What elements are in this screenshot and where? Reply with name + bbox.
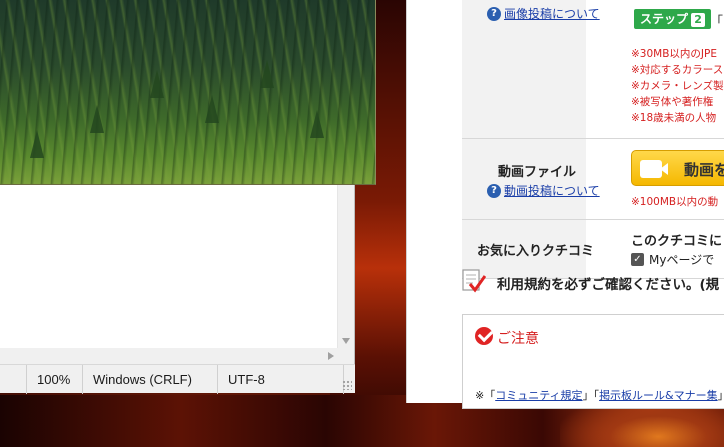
favorite-checkbox[interactable]: ✓ xyxy=(631,253,644,266)
image-note: ※被写体や著作権 xyxy=(631,96,714,108)
scroll-right-arrow-icon[interactable] xyxy=(328,352,334,360)
caution-title: ご注意 xyxy=(497,331,539,347)
tree-shape xyxy=(260,60,274,88)
caution-text: 」「 xyxy=(582,389,600,402)
tree-shape xyxy=(90,105,104,133)
step-text: 「 xyxy=(710,15,724,30)
tree-shape xyxy=(30,130,44,158)
caution-box: ご注意 ※「コミュニティ規定」「掲示板ルール&マナー集」を xyxy=(462,314,724,409)
video-help-link[interactable]: 動画投稿について xyxy=(504,184,600,198)
step-badge: ステップ 2 xyxy=(634,9,712,29)
video-help[interactable]: ? 動画投稿について xyxy=(487,180,600,199)
document-check-icon xyxy=(462,269,486,293)
image-help[interactable]: ? 画像投稿について xyxy=(487,3,600,22)
status-bar: 100% Windows (CRLF) UTF-8 xyxy=(0,364,355,394)
check-circle-icon xyxy=(475,327,493,345)
step-label: ステップ xyxy=(640,12,689,26)
favorite-checkbox-label[interactable]: Myページで xyxy=(649,251,714,268)
video-note: ※100MB以内の動 xyxy=(631,196,719,208)
caution-body: ※「コミュニティ規定」「掲示板ルール&マナー集」を xyxy=(475,387,724,403)
vertical-scrollbar[interactable] xyxy=(337,185,354,348)
image-note: ※18歳未満の人物 xyxy=(631,112,717,124)
tree-shape xyxy=(310,110,324,138)
row-divider xyxy=(462,138,724,139)
tree-shape xyxy=(150,70,164,98)
notepad-window: 100% Windows (CRLF) UTF-8 xyxy=(0,185,355,394)
caution-text: ※「 xyxy=(475,389,496,402)
image-note: ※カメラ・レンズ製品 xyxy=(631,80,724,92)
terms-notice: 利用規約を必ずご確認ください。(規 xyxy=(497,277,720,293)
status-encoding: UTF-8 xyxy=(217,365,265,394)
help-icon: ? xyxy=(487,6,501,21)
horizontal-scrollbar[interactable] xyxy=(0,348,338,364)
row-divider xyxy=(462,219,724,220)
scroll-down-arrow-icon[interactable] xyxy=(342,338,350,344)
favorite-text: このクチコミに xyxy=(631,234,723,249)
video-row-label: 動画ファイル xyxy=(498,165,577,180)
forest-photo xyxy=(0,0,376,185)
tree-shape xyxy=(205,95,219,123)
scrollbar-corner xyxy=(337,348,354,364)
video-upload-button[interactable]: 動画を xyxy=(631,150,724,186)
help-icon: ? xyxy=(487,183,501,198)
step-number: 2 xyxy=(691,13,706,27)
video-button-label: 動画を xyxy=(684,161,724,179)
status-line-ending: Windows (CRLF) xyxy=(82,365,192,394)
community-rules-link[interactable]: コミュニティ規定 xyxy=(495,389,582,402)
status-zoom: 100% xyxy=(26,365,70,394)
resize-grip-icon[interactable] xyxy=(342,380,352,390)
caution-text: 」を xyxy=(718,389,724,402)
image-help-link[interactable]: 画像投稿について xyxy=(504,7,600,21)
text-area[interactable] xyxy=(0,185,338,348)
review-post-form: ? 画像投稿について ステップ 2 「 ※30MB以内のJPE ※対応するカラース … xyxy=(406,0,724,409)
video-camera-icon xyxy=(640,160,668,178)
image-note: ※対応するカラース xyxy=(631,64,724,76)
favorite-row-label: お気に入りクチコミ xyxy=(477,244,595,259)
board-rules-link[interactable]: 掲示板ルール&マナー集 xyxy=(599,389,718,402)
image-note: ※30MB以内のJPE xyxy=(631,48,717,60)
